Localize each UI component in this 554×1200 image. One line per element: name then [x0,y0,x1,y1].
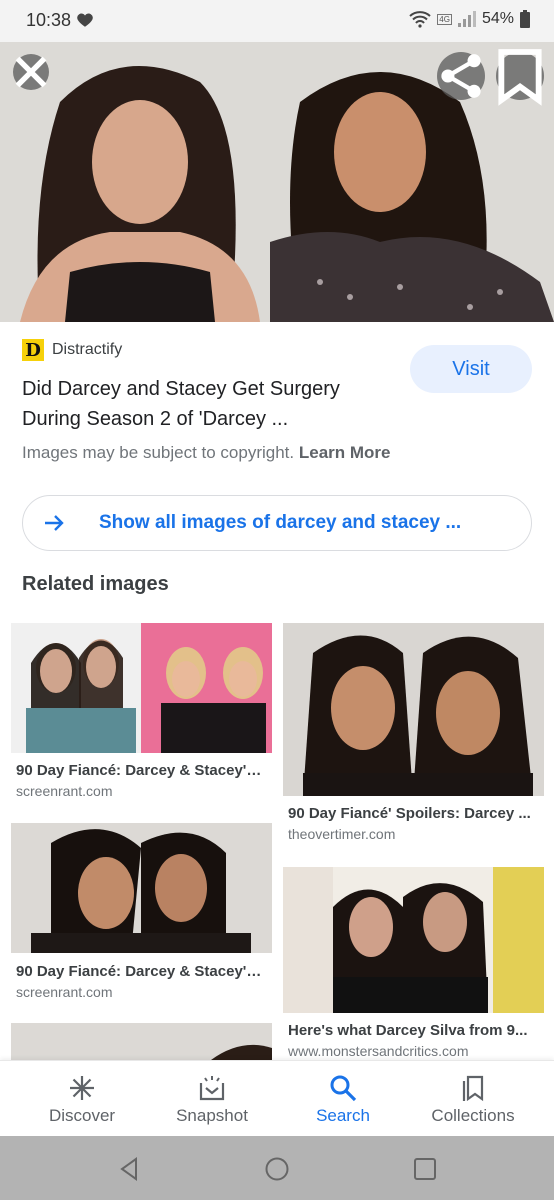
network-badge: 4G [437,13,452,25]
nav-collections-label: Collections [431,1106,515,1125]
snapshot-icon [199,1076,225,1101]
nav-snapshot-label: Snapshot [176,1106,248,1125]
search-icon [330,1075,357,1102]
related-image-3-site: screenrant.com [16,984,113,1000]
related-image-4-title[interactable]: Here's what Darcey Silva from 9... [288,1022,540,1039]
bookmark-button[interactable] [496,49,544,106]
related-thumbnail [283,623,544,796]
show-all-images-button[interactable]: Show all images of darcey and stacey ... [22,495,532,551]
nav-snapshot[interactable]: Snapshot [147,1061,277,1137]
related-thumbnail [11,623,272,753]
arrow-right-icon [45,515,64,531]
status-time: 10:38 [26,10,72,30]
nav-discover[interactable]: Discover [17,1061,147,1137]
asterisk-icon [70,1076,94,1100]
status-bar: 10:38 4G 54% [0,0,554,42]
heart-icon [77,13,93,27]
related-thumbnail [11,1023,272,1060]
source-logo: D [22,339,44,361]
related-image-1-site: screenrant.com [16,783,113,799]
nav-collections[interactable]: Collections [408,1061,538,1137]
close-button[interactable] [13,54,49,90]
nav-discover-label: Discover [48,1106,116,1125]
wifi-icon [409,11,431,28]
nav-search[interactable]: Search [278,1061,408,1137]
share-icon [441,54,481,98]
source-name: Distractify [52,341,123,358]
nav-search-label: Search [316,1106,370,1125]
related-image-2-title[interactable]: 90 Day Fiancé' Spoilers: Darcey ... [288,805,540,822]
close-icon [15,56,47,88]
related-thumbnail [11,823,272,953]
related-image-4[interactable] [283,867,544,1013]
back-icon[interactable] [116,1156,142,1182]
share-button[interactable] [437,52,485,100]
home-icon[interactable] [264,1156,290,1182]
system-nav-bar [0,1136,554,1200]
related-image-1[interactable] [11,623,272,753]
related-image-2[interactable] [283,623,544,796]
hero-image [0,42,554,322]
learn-more-link[interactable]: Learn More [299,443,391,462]
show-all-label: Show all images of darcey and stacey ... [99,512,462,533]
related-images-heading: Related images [22,573,169,595]
copyright-notice: Images may be subject to copyright. Lear… [22,443,391,463]
collections-icon [462,1075,484,1102]
status-indicators: 4G 54% [409,10,530,28]
bookmark-icon [498,49,542,106]
related-thumbnail [283,867,544,1013]
related-image-1-title[interactable]: 90 Day Fiancé: Darcey & Stacey's ... [16,762,268,779]
related-image-3[interactable] [11,823,272,953]
related-image-4-site: www.monstersandcritics.com [288,1043,469,1059]
battery-percent: 54% [481,10,514,27]
related-image-5[interactable] [11,1023,272,1060]
visit-button[interactable]: Visit [410,345,532,393]
battery-icon [520,10,530,28]
bottom-nav: Discover Snapshot Search Collections [0,1060,554,1136]
signal-icon [457,11,476,27]
source-row[interactable]: D Distractify [22,339,122,361]
recents-icon[interactable] [412,1156,438,1182]
copyright-text: Images may be subject to copyright. [22,443,295,462]
result-title[interactable]: Did Darcey and Stacey Get Surgery During… [22,374,392,434]
related-image-3-title[interactable]: 90 Day Fiancé: Darcey & Stacey's ... [16,963,268,980]
related-image-2-site: theovertimer.com [288,826,396,842]
